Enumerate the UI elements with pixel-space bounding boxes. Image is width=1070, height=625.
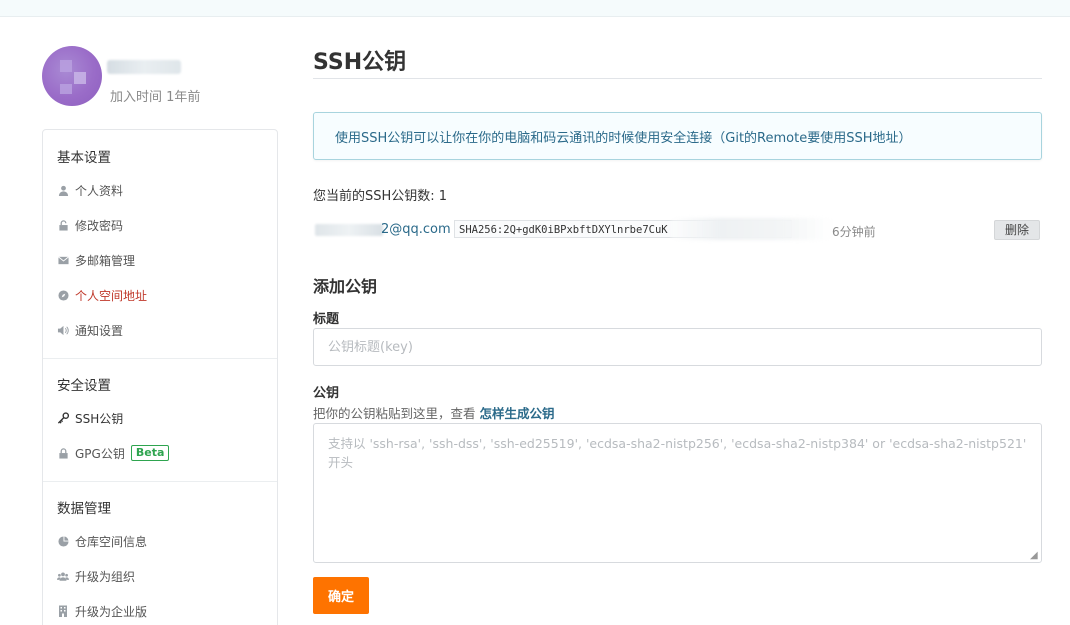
public-key-hint-text: 把你的公钥粘贴到这里，查看 (313, 406, 476, 421)
join-time: 加入时间 1年前 (110, 90, 201, 105)
sidebar-divider (43, 358, 277, 359)
ssh-key-count: 您当前的SSH公钥数: 1 (313, 189, 448, 204)
sidebar-divider (43, 481, 277, 482)
beta-badge: Beta (130, 445, 170, 461)
submit-button[interactable]: 确定 (313, 577, 369, 614)
sidebar-item-space-address[interactable]: 个人空间地址 (57, 286, 147, 304)
lock-open-icon (57, 219, 69, 231)
user-icon (57, 184, 69, 196)
key-title-input[interactable] (313, 328, 1042, 366)
sidebar-item-label: SSH公钥 (75, 411, 124, 426)
key-title-label: 标题 (313, 312, 340, 327)
key-added-time: 6分钟前 (832, 225, 876, 239)
sidebar-item-label: 个人空间地址 (75, 288, 148, 303)
info-notice-text: 使用SSH公钥可以让你在你的电脑和码云通讯的时候使用安全连接（Git的Remot… (335, 130, 912, 146)
sidebar-item-emails[interactable]: 多邮箱管理 (57, 251, 135, 269)
top-bar (0, 0, 1070, 17)
sidebar-item-profile[interactable]: 个人资料 (57, 181, 123, 199)
building-icon (57, 605, 69, 617)
users-icon (57, 570, 69, 582)
sidebar-item-label: 多邮箱管理 (75, 253, 136, 268)
sidebar-item-upgrade-enterprise[interactable]: 升级为企业版 (57, 602, 147, 620)
sidebar-item-label: 升级为组织 (75, 569, 136, 584)
sidebar-item-label: GPG公钥 (75, 446, 125, 461)
resize-handle-icon[interactable]: ◢ (1030, 551, 1040, 561)
sidebar-section-title-basic: 基本设置 (57, 150, 111, 166)
public-key-textarea[interactable] (313, 423, 1042, 563)
sidebar-item-gpg-keys[interactable]: GPG公钥 Beta (57, 444, 170, 462)
lock-icon (57, 447, 69, 459)
sidebar-item-repo-space[interactable]: 仓库空间信息 (57, 532, 147, 550)
username-redacted (107, 60, 181, 74)
sidebar-item-ssh-keys[interactable]: SSH公钥 (57, 409, 123, 427)
delete-key-button[interactable]: 删除 (994, 220, 1040, 240)
add-key-heading: 添加公钥 (313, 277, 378, 296)
key-email: 2@qq.com (381, 222, 451, 237)
sidebar-item-label: 修改密码 (75, 218, 124, 233)
compass-icon (57, 289, 69, 301)
avatar-pixel (60, 60, 72, 72)
envelope-icon (57, 254, 69, 266)
key-icon (57, 412, 69, 424)
avatar[interactable] (42, 46, 102, 106)
sidebar-item-notifications[interactable]: 通知设置 (57, 321, 123, 339)
avatar-pixel (74, 72, 86, 84)
page-title: SSH公钥 (313, 50, 407, 75)
ssh-key-row: 2@qq.com SHA256:2Q+gdK0iBPxbftDXYlnrbe7C… (313, 218, 1042, 242)
fingerprint-redacted (671, 218, 831, 240)
sidebar-item-password[interactable]: 修改密码 (57, 216, 123, 234)
pie-chart-icon (57, 535, 69, 547)
email-redacted (315, 224, 383, 236)
info-notice: 使用SSH公钥可以让你在你的电脑和码云通讯的时候使用安全连接（Git的Remot… (313, 112, 1042, 160)
sidebar-item-label: 升级为企业版 (75, 604, 148, 619)
title-divider (313, 78, 1042, 79)
sidebar-section-title-security: 安全设置 (57, 378, 111, 394)
sidebar-item-label: 仓库空间信息 (75, 534, 148, 549)
settings-sidebar: 基本设置 个人资料 修改密码 多邮箱管理 个人空间地址 通知设置 安全设置 SS… (42, 129, 278, 625)
how-to-generate-key-link[interactable]: 怎样生成公钥 (480, 406, 555, 421)
avatar-pixel (60, 84, 72, 94)
sidebar-item-label: 个人资料 (75, 183, 124, 198)
sidebar-section-title-data: 数据管理 (57, 501, 111, 517)
public-key-label: 公钥 (313, 386, 340, 401)
public-key-hint: 把你的公钥粘贴到这里，查看 怎样生成公钥 (313, 403, 555, 422)
sidebar-item-upgrade-org[interactable]: 升级为组织 (57, 567, 135, 585)
sidebar-item-label: 通知设置 (75, 323, 124, 338)
speaker-icon (57, 324, 69, 336)
